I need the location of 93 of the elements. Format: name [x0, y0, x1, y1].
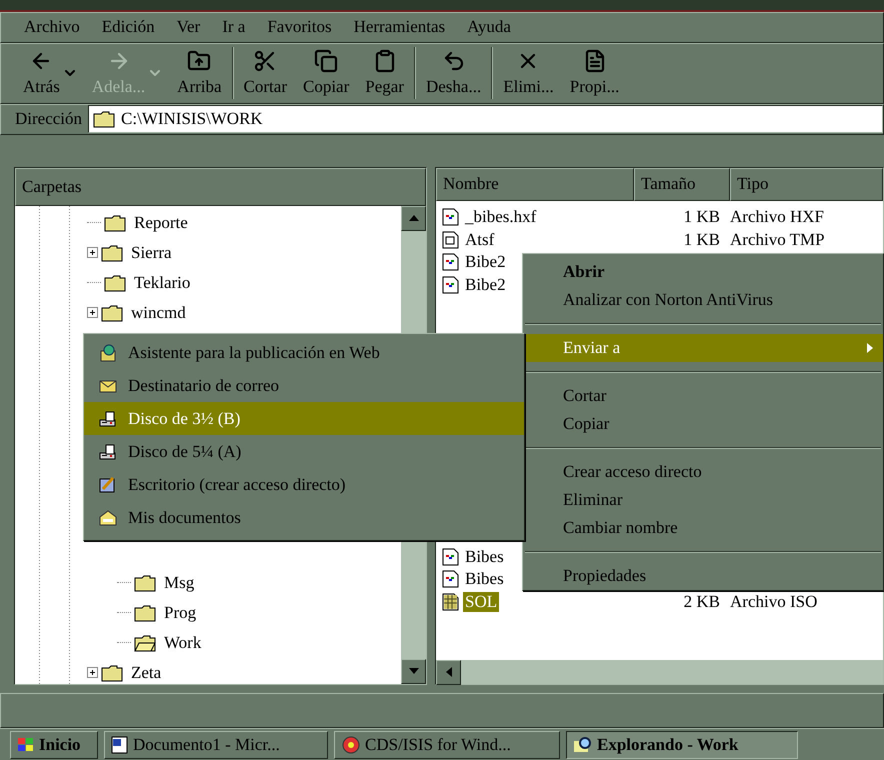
- taskbar-button[interactable]: Explorando - Work: [566, 730, 798, 758]
- file-name[interactable]: Atsf: [463, 230, 496, 250]
- magnifier-folder-icon: [573, 734, 593, 754]
- expand-box-icon[interactable]: [87, 307, 98, 318]
- menu-item[interactable]: Eliminar: [523, 486, 883, 514]
- copy-icon: [314, 49, 338, 74]
- document-icon: [442, 548, 459, 566]
- menu-item[interactable]: Cortar: [523, 382, 883, 410]
- file-type: Archivo TMP: [730, 230, 825, 250]
- menu-item[interactable]: Mis documentos: [84, 501, 524, 534]
- menu-item[interactable]: Cambiar nombre: [523, 514, 883, 542]
- grid-document-icon: [442, 593, 459, 612]
- toolbar-button[interactable]: Atrás: [15, 47, 68, 100]
- menu-item[interactable]: Disco de 5¼ (A): [84, 435, 524, 468]
- tree-item[interactable]: Msg: [162, 572, 196, 593]
- menu-item[interactable]: Archivo: [15, 17, 89, 38]
- document-icon: [442, 208, 459, 226]
- document-icon: [442, 276, 459, 294]
- file-name[interactable]: Bibes: [463, 546, 506, 567]
- document-w-icon: [111, 736, 129, 754]
- folder-icon: [93, 110, 116, 128]
- expand-box-icon[interactable]: [87, 667, 98, 678]
- menu-item[interactable]: Analizar con Norton AntiVirus: [523, 286, 883, 314]
- taskbar-button[interactable]: Documento1 - Micr...: [104, 730, 328, 758]
- menu-item[interactable]: Copiar: [523, 410, 883, 438]
- up-triangle-icon: [408, 215, 418, 222]
- menu-item[interactable]: Herramientas: [344, 17, 454, 38]
- file-type: Archivo HXF: [730, 207, 824, 228]
- toolbar-button[interactable]: Copiar: [294, 47, 358, 100]
- menu-item[interactable]: Ir a: [213, 17, 254, 38]
- toolbar-button[interactable]: Arriba: [169, 47, 230, 100]
- menu-item[interactable]: Asistente para la publicación en Web: [84, 336, 524, 369]
- file-name[interactable]: Bibes: [463, 569, 506, 590]
- menu-item[interactable]: Disco de 3½ (B): [84, 402, 524, 435]
- start-button[interactable]: Inicio: [10, 730, 98, 758]
- file-type: Archivo ISO: [730, 592, 818, 612]
- menu-item[interactable]: Escritorio (crear acceso directo): [84, 468, 524, 501]
- file-name[interactable]: Bibe2: [463, 275, 508, 296]
- scroll-down-button[interactable]: [401, 658, 426, 684]
- document-icon: [442, 230, 459, 249]
- scroll-left-button[interactable]: [436, 660, 461, 685]
- tree-item[interactable]: Zeta: [129, 662, 164, 683]
- file-size: 1 KB: [682, 230, 721, 250]
- menu-item[interactable]: Edición: [92, 17, 164, 38]
- scroll-up-button[interactable]: [401, 206, 426, 231]
- horizontal-scrollbar[interactable]: [436, 660, 883, 684]
- expand-box-icon[interactable]: [87, 247, 98, 258]
- folder-icon: [101, 244, 123, 262]
- address-field[interactable]: C:\WINISIS\WORK: [88, 105, 883, 134]
- column-header[interactable]: Tamaño: [634, 168, 730, 201]
- menu-item[interactable]: Ayuda: [458, 17, 520, 38]
- folder-icon: [104, 214, 126, 232]
- file-size: 2 KB: [682, 592, 721, 612]
- column-header[interactable]: Tipo: [730, 168, 883, 201]
- submenu-arrow-icon: [867, 343, 873, 353]
- menu-item[interactable]: Propiedades: [523, 562, 883, 590]
- pane-title: Carpetas: [15, 168, 426, 206]
- floppy-drive-icon: [98, 408, 118, 428]
- toolbar-button[interactable]: Elimi...: [495, 47, 562, 100]
- tree-item[interactable]: wincmd: [129, 302, 188, 323]
- tree-item[interactable]: Reporte: [132, 212, 190, 233]
- windows-flag-icon: [17, 736, 35, 752]
- file-size: 1 KB: [682, 207, 721, 228]
- folder-icon: [101, 304, 123, 322]
- file-name[interactable]: SOL: [463, 592, 500, 612]
- address-label: Dirección: [14, 109, 84, 130]
- tree-item[interactable]: Teklario: [132, 272, 192, 293]
- toolbar-button[interactable]: Propi...: [562, 47, 628, 100]
- menu-item[interactable]: Abrir: [523, 258, 883, 286]
- menu-item[interactable]: Ver: [168, 17, 210, 38]
- tree-item[interactable]: Sierra: [129, 242, 174, 263]
- document-icon: [442, 570, 459, 588]
- disc-icon: [341, 734, 361, 754]
- toolbar-button[interactable]: Cortar: [236, 47, 295, 100]
- down-triangle-icon: [408, 668, 418, 674]
- column-header[interactable]: Nombre: [436, 168, 634, 201]
- taskbar-button[interactable]: CDS/ISIS for Wind...: [334, 730, 560, 758]
- document-icon: [442, 253, 459, 272]
- menu-item[interactable]: Favoritos: [258, 17, 341, 38]
- folder-house-icon: [98, 508, 118, 528]
- left-triangle-icon: [446, 667, 452, 678]
- file-name[interactable]: _bibes.hxf: [463, 207, 538, 228]
- tree-item[interactable]: Prog: [162, 602, 198, 623]
- toolbar-button[interactable]: Desha...: [418, 47, 490, 100]
- file-name[interactable]: Bibe2: [463, 252, 508, 272]
- folder-icon: [104, 274, 126, 292]
- floppy-drive-icon: [98, 442, 118, 462]
- menu-item[interactable]: Enviar a: [523, 334, 883, 362]
- folder-icon: [101, 664, 123, 682]
- menu-item[interactable]: Crear acceso directo: [523, 458, 883, 486]
- globe-computer-icon: [98, 342, 118, 362]
- menu-item[interactable]: Destinatario de correo: [84, 369, 524, 402]
- toolbar-button[interactable]: Pegar: [357, 47, 412, 100]
